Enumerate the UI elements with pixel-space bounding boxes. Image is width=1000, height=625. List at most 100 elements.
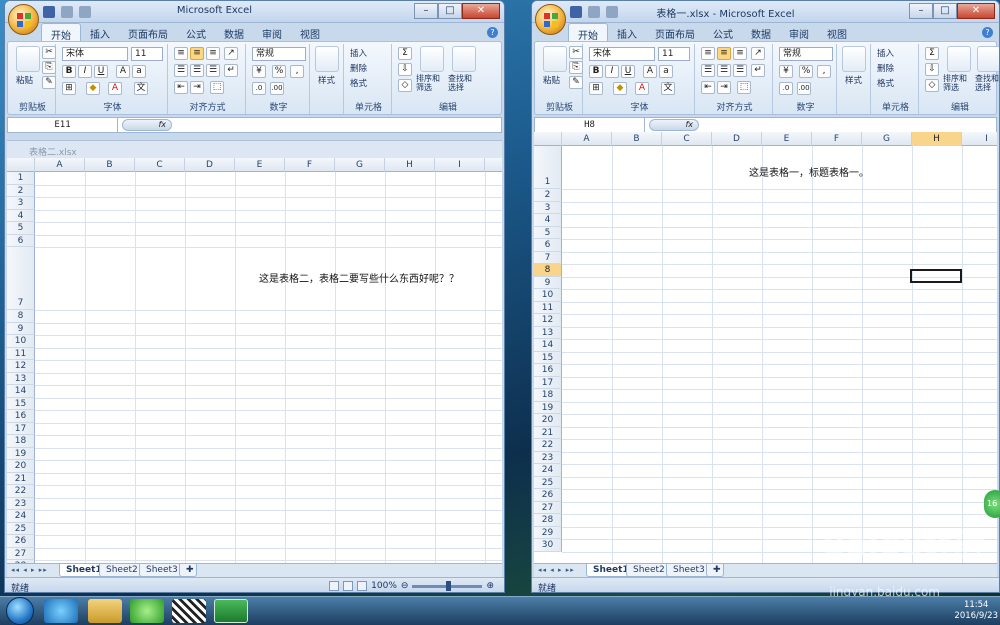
row-header[interactable]: 11 xyxy=(534,301,562,314)
tab-review[interactable]: 审阅 xyxy=(780,23,818,41)
copy-icon[interactable]: ⎘ xyxy=(42,61,56,74)
row-header[interactable]: 22 xyxy=(7,485,35,498)
sort-filter-icon[interactable] xyxy=(947,46,971,72)
phonetic-icon[interactable]: 文 xyxy=(134,82,148,95)
format-painter-icon[interactable]: ✎ xyxy=(42,76,56,89)
sheet-tab-2[interactable]: Sheet2 xyxy=(626,564,672,577)
font-name-select[interactable]: 宋体 xyxy=(62,47,128,61)
fill-color-icon[interactable]: ◆ xyxy=(86,82,100,95)
close-button[interactable]: ✕ xyxy=(462,3,500,19)
align-middle-icon[interactable]: ≡ xyxy=(717,47,731,60)
page-break-view-icon[interactable] xyxy=(357,581,368,591)
insert-cells-button[interactable]: 插入 xyxy=(350,47,367,60)
increase-font-icon[interactable]: A xyxy=(116,65,130,78)
row-header[interactable]: 15 xyxy=(534,351,562,364)
align-bottom-icon[interactable]: ≡ xyxy=(733,47,747,60)
autosum-button[interactable]: Σ xyxy=(925,47,939,60)
row-header[interactable]: 28 xyxy=(534,514,562,527)
row-header[interactable]: 19 xyxy=(534,401,562,414)
sheet-tab-3[interactable]: Sheet3 xyxy=(139,564,185,577)
percent-button[interactable]: % xyxy=(799,65,813,78)
file-explorer-icon[interactable] xyxy=(88,599,122,623)
row-header[interactable]: 9 xyxy=(534,276,562,289)
row-header[interactable]: 2 xyxy=(534,189,562,202)
text-orientation-icon[interactable]: ↗ xyxy=(751,47,765,60)
col-header-c[interactable]: C xyxy=(135,158,185,172)
percent-button[interactable]: % xyxy=(272,65,286,78)
format-cells-button[interactable]: 格式 xyxy=(877,77,894,90)
sort-filter-icon[interactable] xyxy=(420,46,444,72)
styles-icon[interactable] xyxy=(315,46,339,72)
sort-filter-label[interactable]: 排序和 筛选 xyxy=(943,74,967,92)
col-header-e[interactable]: E xyxy=(762,132,812,146)
sheet-tab-2[interactable]: Sheet2 xyxy=(99,564,145,577)
col-header-e[interactable]: E xyxy=(235,158,285,172)
col-header-b[interactable]: B xyxy=(85,158,135,172)
find-select-icon[interactable] xyxy=(452,46,476,72)
floating-badge[interactable]: 16 xyxy=(984,490,1000,518)
zoom-in-icon[interactable]: ⊕ xyxy=(486,581,494,591)
col-header-d[interactable]: D xyxy=(185,158,235,172)
tab-home[interactable]: 开始 xyxy=(41,23,81,42)
tab-review[interactable]: 审阅 xyxy=(253,23,291,41)
normal-view-icon[interactable] xyxy=(329,581,340,591)
align-right-icon[interactable]: ☰ xyxy=(206,64,220,77)
row-header[interactable]: 1 xyxy=(7,172,35,185)
border-icon[interactable]: ⊞ xyxy=(589,82,603,95)
row-header[interactable]: 4 xyxy=(534,214,562,227)
help-icon[interactable]: ? xyxy=(487,27,498,38)
underline-button[interactable]: U xyxy=(621,65,635,78)
decrease-font-icon[interactable]: a xyxy=(132,65,146,78)
row-header[interactable]: 2 xyxy=(7,184,35,197)
row-header[interactable]: 6 xyxy=(534,239,562,252)
row-header[interactable]: 7 xyxy=(534,251,562,264)
row-header[interactable]: 23 xyxy=(7,497,35,510)
italic-button[interactable]: I xyxy=(605,65,619,78)
row-header[interactable]: 27 xyxy=(7,547,35,560)
delete-cells-button[interactable]: 删除 xyxy=(350,62,367,75)
format-cells-button[interactable]: 格式 xyxy=(350,77,367,90)
row-header[interactable]: 26 xyxy=(534,489,562,502)
row-header[interactable]: 7 xyxy=(7,247,35,310)
bold-button[interactable]: B xyxy=(589,65,603,78)
bold-button[interactable]: B xyxy=(62,65,76,78)
clear-icon[interactable]: ◇ xyxy=(925,79,939,92)
insert-function-button[interactable]: fx xyxy=(649,119,699,131)
align-middle-icon[interactable]: ≡ xyxy=(190,47,204,60)
number-format-select[interactable]: 常规 xyxy=(252,47,306,61)
fill-icon[interactable]: ⇩ xyxy=(925,63,939,76)
paste-label[interactable]: 粘贴 xyxy=(543,74,560,87)
currency-icon[interactable]: ¥ xyxy=(252,65,266,78)
col-header-h[interactable]: H xyxy=(385,158,435,172)
autosum-button[interactable]: Σ xyxy=(398,47,412,60)
maximize-button[interactable]: □ xyxy=(933,3,957,19)
spreadsheet-grid[interactable]: A B C D E F G H I 1 2 3 4 5 6 7 8 9 10 11 12 13 14 15 1… xyxy=(7,158,502,563)
row-header[interactable]: 13 xyxy=(534,326,562,339)
col-header-i[interactable]: I xyxy=(962,132,997,146)
decrease-indent-icon[interactable]: ⇤ xyxy=(174,81,188,94)
tab-page-layout[interactable]: 页面布局 xyxy=(646,23,704,41)
row-header[interactable]: 12 xyxy=(7,360,35,373)
row-header[interactable]: 10 xyxy=(534,289,562,302)
minimize-button[interactable]: – xyxy=(909,3,933,19)
col-header-b[interactable]: B xyxy=(612,132,662,146)
sheet-nav-arrows[interactable]: ◂◂ ◂ ▸ ▸▸ xyxy=(11,566,48,574)
row-header[interactable]: 8 xyxy=(534,264,562,277)
internet-explorer-icon[interactable] xyxy=(44,599,78,623)
styles-label[interactable]: 样式 xyxy=(845,74,862,87)
row-header[interactable]: 16 xyxy=(7,410,35,423)
font-size-select[interactable]: 11 xyxy=(658,47,690,61)
font-size-select[interactable]: 11 xyxy=(131,47,163,61)
wrap-text-icon[interactable]: ↵ xyxy=(224,64,238,77)
align-center-icon[interactable]: ☰ xyxy=(717,64,731,77)
name-box[interactable]: H8 xyxy=(535,118,645,132)
row-header[interactable]: 14 xyxy=(7,385,35,398)
row-header[interactable]: 18 xyxy=(534,389,562,402)
col-header-i[interactable]: I xyxy=(435,158,485,172)
underline-button[interactable]: U xyxy=(94,65,108,78)
align-center-icon[interactable]: ☰ xyxy=(190,64,204,77)
row-header[interactable]: 21 xyxy=(534,426,562,439)
currency-icon[interactable]: ¥ xyxy=(779,65,793,78)
row-header[interactable]: 24 xyxy=(534,464,562,477)
decrease-decimal-icon[interactable]: .00 xyxy=(270,82,284,95)
